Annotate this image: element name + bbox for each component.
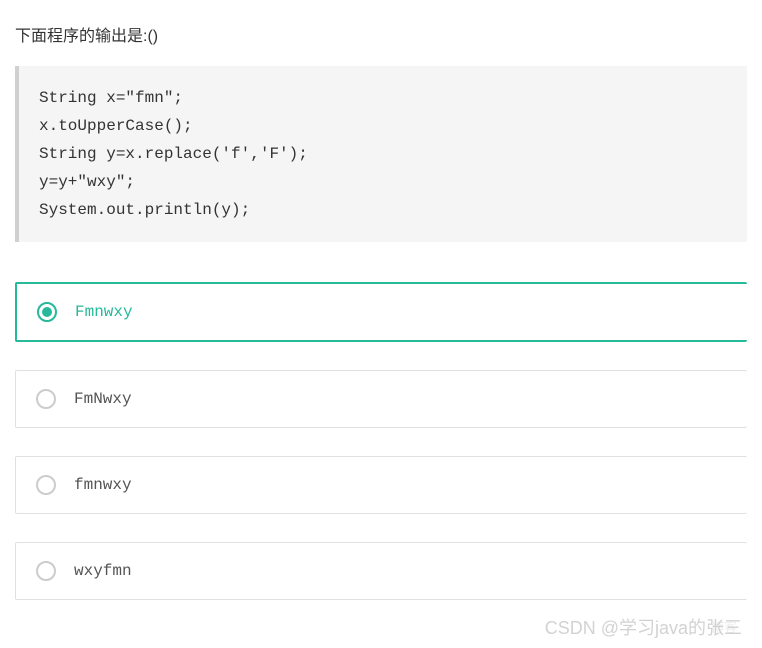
option-b[interactable]: FmNwxy — [15, 370, 747, 428]
radio-icon — [36, 475, 56, 495]
code-block: String x="fmn"; x.toUpperCase(); String … — [15, 66, 747, 242]
radio-icon — [37, 302, 57, 322]
option-label: fmnwxy — [74, 476, 132, 494]
option-c[interactable]: fmnwxy — [15, 456, 747, 514]
radio-icon — [36, 389, 56, 409]
option-label: wxyfmn — [74, 562, 132, 580]
option-a[interactable]: Fmnwxy — [15, 282, 747, 342]
watermark: CSDN @学习java的张三 — [545, 614, 742, 640]
options-list: Fmnwxy FmNwxy fmnwxy wxyfmn — [15, 282, 747, 600]
option-label: Fmnwxy — [75, 303, 133, 321]
option-d[interactable]: wxyfmn — [15, 542, 747, 600]
option-label: FmNwxy — [74, 390, 132, 408]
radio-icon — [36, 561, 56, 581]
watermark-sub: 博客 — [711, 617, 737, 636]
question-title: 下面程序的输出是:() — [15, 22, 747, 46]
